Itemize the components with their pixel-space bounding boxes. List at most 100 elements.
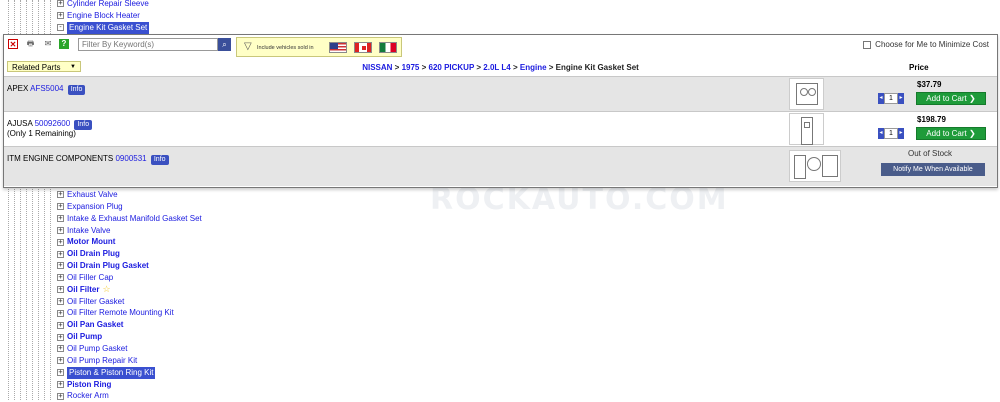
tree-item-label[interactable]: Oil Filler Cap <box>67 272 113 284</box>
tree-item[interactable]: + Oil Drain Plug Gasket <box>57 260 202 272</box>
tree-item[interactable]: + Intake Valve <box>57 225 202 237</box>
add-to-cart-button[interactable]: Add to Cart ❯ <box>916 92 986 105</box>
breadcrumb-engine[interactable]: 2.0L L4 <box>483 63 510 72</box>
expand-icon[interactable]: + <box>57 369 64 377</box>
expand-icon[interactable]: + <box>57 191 64 199</box>
tree-item-selected[interactable]: - Engine Kit Gasket Set <box>57 21 150 34</box>
expand-icon[interactable]: + <box>57 250 64 258</box>
tree-item[interactable]: + Oil Drain Plug <box>57 248 202 260</box>
increment-button[interactable]: ▸ <box>898 128 904 139</box>
tree-item[interactable]: + Oil Pump Repair Kit <box>57 355 202 367</box>
email-icon[interactable]: ✉ <box>42 39 54 49</box>
expand-icon[interactable]: + <box>57 262 64 270</box>
product-thumbnail[interactable] <box>789 113 824 145</box>
tree-item-label[interactable]: Intake & Exhaust Manifold Gasket Set <box>67 213 202 225</box>
add-to-cart-button[interactable]: Add to Cart ❯ <box>916 127 986 140</box>
quantity-value[interactable]: 1 <box>884 93 898 104</box>
part-number[interactable]: 50092600 <box>35 119 71 128</box>
tree-item[interactable]: + Intake & Exhaust Manifold Gasket Set <box>57 213 202 225</box>
expand-icon[interactable]: + <box>57 12 64 20</box>
expand-icon[interactable]: + <box>57 274 64 282</box>
tree-item-label[interactable]: Expansion Plug <box>67 201 123 213</box>
quantity-stepper[interactable]: ◂ 1 ▸ <box>878 93 904 104</box>
tree-item-label[interactable]: Oil Pump <box>67 331 102 343</box>
increment-button[interactable]: ▸ <box>898 93 904 104</box>
tree-item-label[interactable]: Motor Mount <box>67 236 115 248</box>
tree-item[interactable]: + Oil Filter Remote Mounting Kit <box>57 307 202 319</box>
tree-item-label[interactable]: Engine Block Heater <box>67 10 140 22</box>
expand-icon[interactable]: + <box>57 357 64 365</box>
notify-button[interactable]: Notify Me When Available <box>881 163 985 176</box>
search-icon[interactable]: ⌕ <box>218 38 231 51</box>
info-button[interactable]: Info <box>67 85 86 95</box>
product-thumbnail[interactable] <box>789 150 841 182</box>
expand-icon[interactable]: + <box>57 238 64 246</box>
tree-item-label[interactable]: Oil Drain Plug Gasket <box>67 260 149 272</box>
print-icon[interactable]: 🖶 <box>24 39 37 49</box>
canada-flag-icon[interactable] <box>354 42 372 53</box>
tree-item-label[interactable]: Cylinder Repair Sleeve <box>67 0 149 10</box>
info-button[interactable]: Info <box>74 120 93 130</box>
breadcrumb-group[interactable]: Engine <box>520 63 547 72</box>
breadcrumb-model[interactable]: 620 PICKUP <box>429 63 475 72</box>
tree-item[interactable]: + Oil Pan Gasket <box>57 319 202 331</box>
tree-item[interactable]: + Oil Filter Gasket <box>57 296 202 308</box>
tree-item-label[interactable]: Intake Valve <box>67 225 110 237</box>
tree-item-label[interactable]: Oil Pan Gasket <box>67 319 123 331</box>
tree-item[interactable]: + Piston Ring <box>57 379 202 391</box>
tree-item-label[interactable]: Oil Filter <box>67 284 99 296</box>
tree-item[interactable]: + Engine Block Heater <box>57 10 149 22</box>
expand-icon[interactable]: + <box>57 286 64 294</box>
collapse-icon[interactable]: - <box>57 24 64 32</box>
tree-item-label[interactable]: Piston Ring <box>67 379 111 391</box>
country-filter: ▽ Include vehicles sold in <box>236 37 402 57</box>
close-icon[interactable]: ✕ <box>8 39 18 49</box>
part-number[interactable]: 0900531 <box>115 154 146 163</box>
quantity-value[interactable]: 1 <box>884 128 898 139</box>
keyword-filter-input[interactable] <box>78 38 218 51</box>
mexico-flag-icon[interactable] <box>379 42 397 53</box>
tree-item[interactable]: + Exhaust Valve <box>57 189 202 201</box>
expand-icon[interactable]: + <box>57 321 64 329</box>
expand-icon[interactable]: + <box>57 345 64 353</box>
breadcrumb-year[interactable]: 1975 <box>402 63 420 72</box>
info-button[interactable]: Info <box>150 155 169 165</box>
tree-item-label[interactable]: Oil Pump Repair Kit <box>67 355 137 367</box>
tree-item-label[interactable]: Engine Kit Gasket Set <box>67 21 150 34</box>
expand-icon[interactable]: + <box>57 380 64 388</box>
tree-item[interactable]: + Oil Pump <box>57 331 202 343</box>
tree-item-label[interactable]: Oil Filter Remote Mounting Kit <box>67 307 174 319</box>
tree-item[interactable]: + Piston & Piston Ring Kit <box>57 366 202 379</box>
tree-item[interactable]: + Motor Mount <box>57 236 202 248</box>
tree-item-label[interactable]: Oil Filter Gasket <box>67 296 124 308</box>
expand-icon[interactable]: + <box>57 226 64 234</box>
minimize-cost-option[interactable]: Choose for Me to Minimize Cost <box>863 40 989 49</box>
tree-item-label[interactable]: Oil Drain Plug <box>67 248 120 260</box>
expand-icon[interactable]: + <box>57 215 64 223</box>
product-row: AJUSA 50092600 Info (Only 1 Remaining) $… <box>4 111 997 146</box>
expand-icon[interactable]: + <box>57 0 64 8</box>
expand-icon[interactable]: + <box>57 203 64 211</box>
tree-item[interactable]: + Oil Filter ☆ <box>57 284 202 296</box>
us-flag-icon[interactable] <box>329 42 347 53</box>
tree-item[interactable]: + Rocker Arm <box>57 390 202 402</box>
tree-item[interactable]: + Oil Pump Gasket <box>57 343 202 355</box>
product-thumbnail[interactable] <box>789 78 824 110</box>
expand-icon[interactable]: + <box>57 333 64 341</box>
tree-item[interactable]: + Oil Filler Cap <box>57 272 202 284</box>
expand-icon[interactable]: + <box>57 392 64 400</box>
tree-item-label[interactable]: Rocker Arm <box>67 390 109 402</box>
expand-icon[interactable]: + <box>57 298 64 306</box>
tree-item-label[interactable]: Exhaust Valve <box>67 189 118 201</box>
tree-item[interactable]: + Cylinder Repair Sleeve <box>57 0 149 10</box>
tree-item-label[interactable]: Piston & Piston Ring Kit <box>67 366 156 379</box>
minimize-cost-checkbox[interactable] <box>863 40 872 49</box>
tree-item[interactable]: + Expansion Plug <box>57 201 202 213</box>
quantity-stepper[interactable]: ◂ 1 ▸ <box>878 128 904 139</box>
expand-icon[interactable]: + <box>57 309 64 317</box>
tree-item-label[interactable]: Oil Pump Gasket <box>67 343 127 355</box>
breadcrumb-make[interactable]: NISSAN <box>362 63 392 72</box>
category-tree-top: + Cylinder Repair Sleeve + Engine Block He… <box>57 0 150 34</box>
help-icon[interactable]: ? <box>59 39 69 49</box>
part-number[interactable]: AFS5004 <box>30 84 63 93</box>
